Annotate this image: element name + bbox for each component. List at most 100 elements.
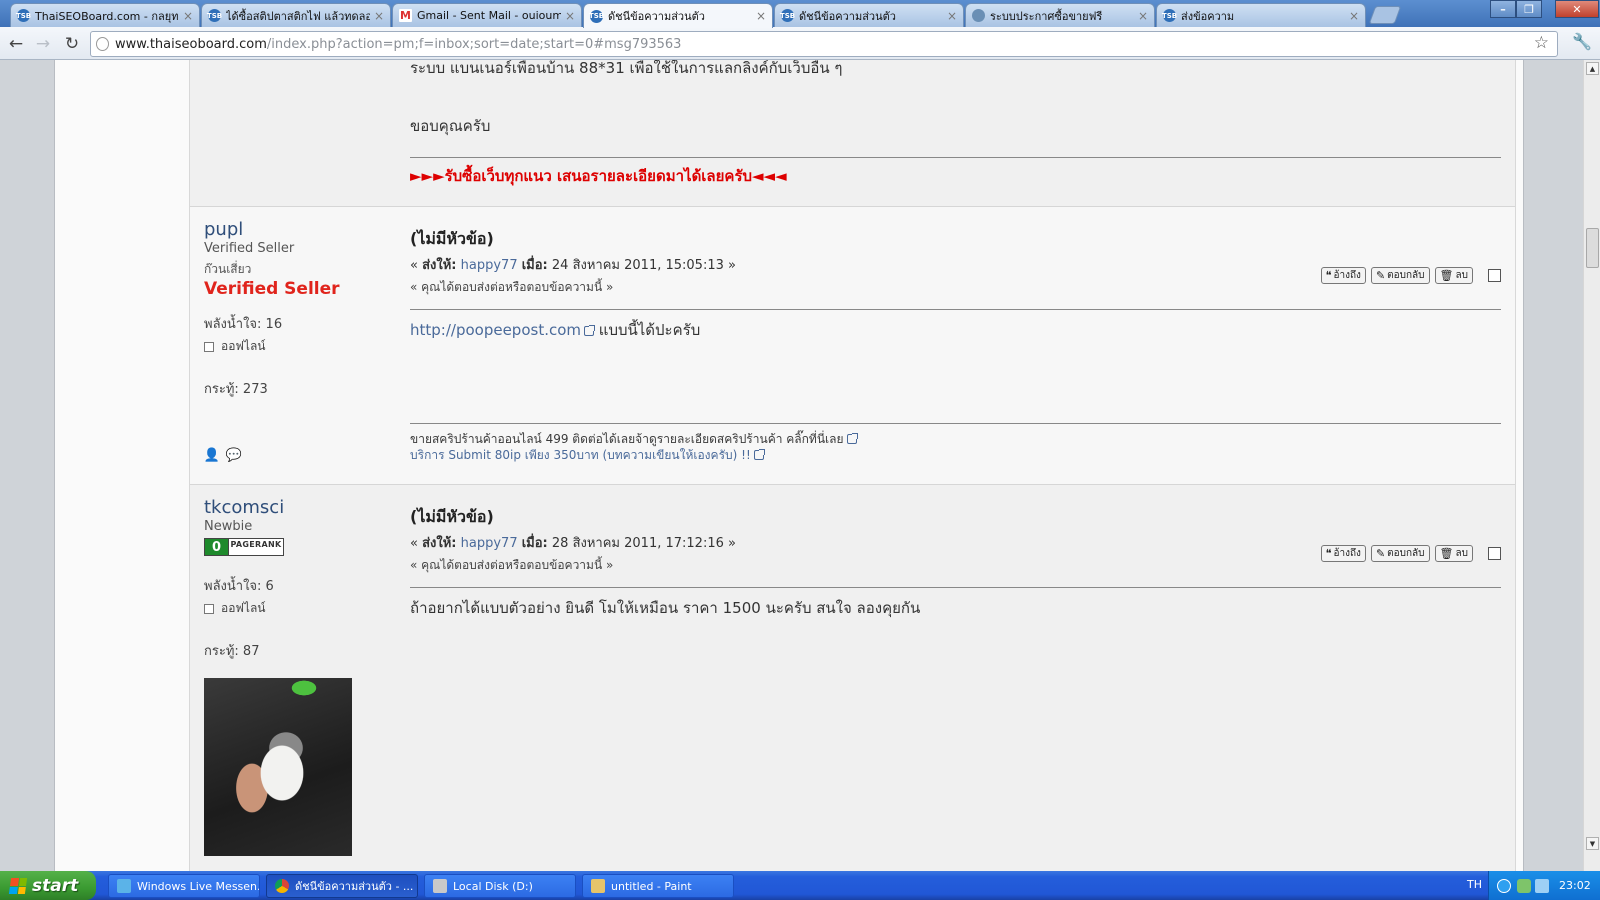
tab-close-icon[interactable]: × <box>756 9 766 23</box>
select-message-checkbox[interactable] <box>1488 547 1501 560</box>
message-divider <box>410 587 1501 588</box>
tab-title: ระบบประกาศซื้อขายฟรี <box>990 9 1103 23</box>
reply-label: ตอบกลับ <box>1387 548 1425 559</box>
tab-classifieds[interactable]: ระบบประกาศซื้อขายฟรี × <box>965 3 1155 27</box>
tab-close-icon[interactable]: × <box>1138 9 1148 23</box>
external-link-icon <box>846 433 858 444</box>
scroll-down-arrow-icon[interactable]: ▼ <box>1586 837 1599 850</box>
url-host: www.thaiseoboard.com <box>115 36 267 52</box>
poster-rank: Newbie <box>204 519 253 534</box>
recipient-link[interactable]: happy77 <box>461 536 518 551</box>
signature-link-text[interactable]: ขายสคริปร้านค้าออนไลน์ 499 ติดต่อได้เลยจ… <box>410 432 844 446</box>
windows-flag-icon <box>8 877 28 894</box>
vertical-scrollbar[interactable]: ▲ ▼ <box>1583 60 1600 871</box>
minimize-button[interactable]: – <box>1490 0 1516 18</box>
tab-close-icon[interactable]: × <box>565 9 575 23</box>
tab-topic[interactable]: TSB ได้ซื้อสติปตาสติกไฟ แล้วทดลอ × <box>201 3 391 27</box>
message-divider <box>410 309 1501 310</box>
delete-label: ลบ <box>1455 270 1468 281</box>
start-label: start <box>32 875 79 896</box>
tab-thaiseoboard[interactable]: TSB ThaiSEOBoard.com - กลยุทธ S × <box>10 3 200 27</box>
message-subject: (ไม่มีหัวข้อ) <box>410 229 494 248</box>
taskbar-item-label: ดัชนีข้อความส่วนตัว - ... <box>295 880 414 893</box>
tab-title: ได้ซื้อสติปตาสติกไฟ แล้วทดลอ <box>226 9 370 23</box>
start-button[interactable]: start <box>0 871 96 900</box>
drive-icon <box>433 879 447 893</box>
new-tab-button[interactable] <box>1368 6 1402 24</box>
tab-close-icon[interactable]: × <box>183 9 193 23</box>
message-actions: ❝ อ้างถึง ✎ ตอบกลับ 🗑 ลบ <box>1320 267 1501 284</box>
tab-gmail[interactable]: M Gmail - Sent Mail - ouioum11@ × <box>392 3 582 27</box>
date-label: เมื่อ: <box>521 258 548 273</box>
close-window-button[interactable]: ✕ <box>1555 0 1599 18</box>
tab-title: ThaiSEOBoard.com - กลยุทธ S <box>35 9 179 23</box>
back-arrow-icon[interactable]: ← <box>5 33 27 55</box>
clock[interactable]: 23:02 <box>1559 879 1591 892</box>
signature-divider <box>410 157 1501 158</box>
maximize-button[interactable]: ❐ <box>1516 0 1542 18</box>
forum-wrapper: ระบบ แบนเนอร์เพื่อนบ้าน 88*31 เพื่อใช้ใน… <box>54 60 1524 871</box>
message-subject: (ไม่มีหัวข้อ) <box>410 507 494 526</box>
message-link[interactable]: http://poopeepost.com <box>410 321 581 339</box>
quote-icon: ❝ <box>1325 269 1332 282</box>
poster-rank: Verified Seller <box>204 241 295 256</box>
avatar <box>204 678 352 856</box>
poster-icons: 👤 💬 <box>204 447 242 463</box>
tab-close-icon[interactable]: × <box>1349 9 1359 23</box>
quote-icon: ❝ <box>1325 547 1332 560</box>
message-body: http://poopeepost.com แบบนี้ได้ปะครับ <box>410 318 1501 342</box>
poster-name[interactable]: pupl <box>204 219 394 240</box>
recipient-link[interactable]: happy77 <box>461 258 518 273</box>
select-message-checkbox[interactable] <box>1488 269 1501 282</box>
reload-icon[interactable]: ↻ <box>61 33 83 55</box>
tray-expand-icon[interactable] <box>1497 878 1511 893</box>
delete-button[interactable]: 🗑 ลบ <box>1434 267 1473 284</box>
poster-karma: พลังน้ำใจ: 6 <box>204 579 274 594</box>
quote-button[interactable]: ❝ อ้างถึง <box>1320 545 1366 562</box>
send-pm-icon[interactable]: 💬 <box>226 447 242 463</box>
bookmark-star-icon[interactable]: ☆ <box>1534 33 1549 53</box>
scroll-thumb[interactable] <box>1586 228 1599 268</box>
taskbar-item-messenger[interactable]: Windows Live Messen... <box>108 874 260 898</box>
pm-post: pupl Verified Seller ก๊วนเสี่ยว Verified… <box>190 207 1515 485</box>
address-bar[interactable]: www.thaiseoboard.com/index.php?action=pm… <box>90 31 1558 57</box>
reply-button[interactable]: ✎ ตอบกลับ <box>1370 545 1430 562</box>
message-actions: ❝ อ้างถึง ✎ ตอบกลับ 🗑 ลบ <box>1320 545 1501 562</box>
poster-group-title: Verified Seller <box>204 279 340 299</box>
forward-arrow-icon[interactable]: → <box>32 33 54 55</box>
to-label: ส่งให้: <box>422 536 457 551</box>
profile-icon[interactable]: 👤 <box>204 447 220 463</box>
tab-title: ส่งข้อความ <box>1181 9 1235 23</box>
windows-taskbar: start Windows Live Messen... ดัชนีข้อควา… <box>0 871 1600 900</box>
signature-link-text[interactable]: บริการ Submit 80ip เพียง 350บาท (บทความเ… <box>410 448 751 462</box>
taskbar-item-paint[interactable]: untitled - Paint <box>582 874 734 898</box>
reply-button[interactable]: ✎ ตอบกลับ <box>1370 267 1430 284</box>
browser-tab-strip: TSB ThaiSEOBoard.com - กลยุทธ S × TSB ได… <box>0 0 1600 28</box>
delete-button[interactable]: 🗑 ลบ <box>1434 545 1473 562</box>
message-date: 28 สิงหาคม 2011, 17:12:16 <box>551 536 724 551</box>
poster-post-count: กระทู้: 273 <box>204 382 268 397</box>
tab-close-icon[interactable]: × <box>947 9 957 23</box>
replied-note-text: คุณได้ตอบส่งต่อหรือตอบข้อความนี้ <box>421 280 603 294</box>
poster-name[interactable]: tkcomsci <box>204 497 394 518</box>
external-link-icon <box>753 449 765 460</box>
pm-post: tkcomsci Newbie 0 PAGERANK พลังน้ำใจ: 6 … <box>190 485 1515 871</box>
message-text: แบบนี้ได้ปะครับ <box>594 321 701 339</box>
tab-close-icon[interactable]: × <box>374 9 384 23</box>
tsb-favicon-icon: TSB <box>780 9 795 22</box>
tab-send-message[interactable]: TSB ส่งข้อความ × <box>1156 3 1366 27</box>
trash-icon: 🗑 <box>1439 547 1454 560</box>
reply-icon: ✎ <box>1375 547 1386 560</box>
quote-button[interactable]: ❝ อ้างถึง <box>1320 267 1366 284</box>
messenger-tray-icon[interactable] <box>1517 878 1531 893</box>
tab-pm-index-active[interactable]: TSB ดัชนีข้อความส่วนตัว × <box>583 3 773 28</box>
language-indicator[interactable]: TH <box>1467 878 1482 891</box>
taskbar-item-local-disk[interactable]: Local Disk (D:) <box>424 874 576 898</box>
reply-label: ตอบกลับ <box>1387 270 1425 281</box>
wrench-menu-icon[interactable]: 🔧 <box>1572 32 1592 51</box>
tab-pm-index[interactable]: TSB ดัชนีข้อความส่วนตัว × <box>774 3 964 27</box>
scroll-up-arrow-icon[interactable]: ▲ <box>1586 62 1599 75</box>
network-icon[interactable] <box>1535 878 1549 893</box>
poster-post-count: กระทู้: 87 <box>204 644 260 659</box>
taskbar-item-chrome[interactable]: ดัชนีข้อความส่วนตัว - ... <box>266 874 418 898</box>
